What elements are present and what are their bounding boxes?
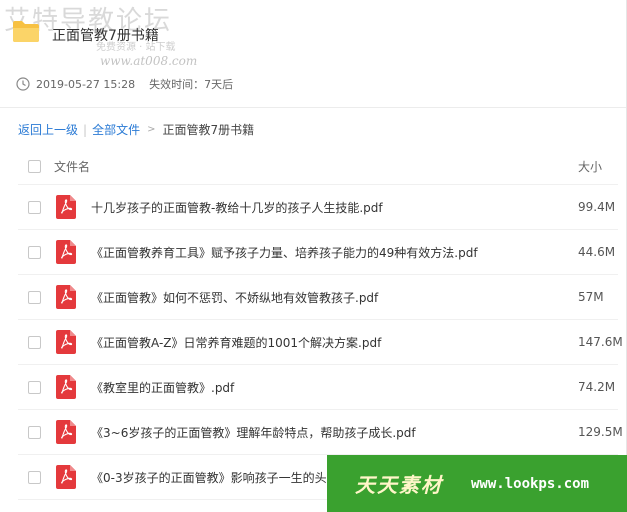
file-list-header: 文件名 大小 (18, 148, 618, 185)
file-checkbox[interactable] (28, 290, 41, 304)
banner-logo: 天天素材 (355, 473, 443, 497)
file-checkbox[interactable] (28, 470, 41, 484)
share-title: 正面管教7册书籍 (52, 28, 159, 44)
file-name[interactable]: 《教室里的正面管教》.pdf (91, 379, 531, 396)
file-size: 99.4M (578, 200, 616, 214)
breadcrumb-all-files-link[interactable]: 全部文件 (92, 121, 140, 138)
file-checkbox[interactable] (28, 200, 41, 214)
file-name[interactable]: 十几岁孩子的正面管教-教给十几岁的孩子人生技能.pdf (91, 199, 531, 216)
folder-icon (13, 21, 39, 42)
file-row[interactable]: 《正面管教养育工具》赋予孩子力量、培养孩子能力的49种有效方法.pdf 44.6M (18, 230, 618, 275)
pdf-file-icon (56, 195, 76, 219)
file-size: 74.2M (578, 380, 616, 394)
file-row[interactable]: 《3~6岁孩子的正面管教》理解年龄特点，帮助孩子成长.pdf 129.5M (18, 410, 623, 455)
pdf-file-icon (56, 420, 76, 444)
file-name[interactable]: 《3~6岁孩子的正面管教》理解年龄特点，帮助孩子成长.pdf (91, 424, 531, 441)
clock-icon (16, 77, 30, 91)
expiry-text: 失效时间：7天后 (149, 78, 234, 91)
header-divider (0, 107, 627, 108)
file-name[interactable]: 《正面管教》如何不惩罚、不娇纵地有效管教孩子.pdf (91, 289, 531, 306)
column-header-size[interactable]: 大小 (578, 158, 618, 175)
banner-url: www.lookps.com (471, 475, 590, 492)
file-name[interactable]: 《正面管教养育工具》赋予孩子力量、培养孩子能力的49种有效方法.pdf (91, 244, 531, 261)
file-size: 44.6M (578, 245, 616, 259)
file-size: 147.6M (578, 335, 623, 349)
pdf-file-icon (56, 330, 76, 354)
breadcrumb: 返回上一级 | 全部文件 > 正面管教7册书籍 (18, 121, 254, 138)
column-header-name[interactable]: 文件名 (54, 158, 90, 175)
file-row[interactable]: 《正面管教》如何不惩罚、不娇纵地有效管教孩子.pdf 57M (18, 275, 618, 320)
share-meta: 2019-05-27 15:28 失效时间：7天后 (16, 76, 233, 92)
site-banner: 天天素材 www.lookps.com (327, 455, 627, 512)
file-name[interactable]: 《正面管教A-Z》日常养育难题的1001个解决方案.pdf (91, 334, 531, 351)
file-checkbox[interactable] (28, 335, 41, 349)
pdf-file-icon (56, 240, 76, 264)
file-row[interactable]: 《教室里的正面管教》.pdf 74.2M (18, 365, 618, 410)
watermark-url: www.at008.com (100, 54, 198, 68)
file-row[interactable]: 《正面管教A-Z》日常养育难题的1001个解决方案.pdf 147.6M (18, 320, 623, 365)
breadcrumb-separator: | (83, 122, 88, 137)
file-size: 57M (578, 290, 604, 304)
pdf-file-icon (56, 285, 76, 309)
file-list: 文件名 大小 十几岁孩子的正面管教-教给十几岁的孩子人生技能.pdf 99.4M 《… (18, 148, 623, 500)
file-checkbox[interactable] (28, 245, 41, 259)
share-date: 2019-05-27 15:28 (36, 77, 136, 91)
breadcrumb-current: 正面管教7册书籍 (162, 123, 255, 137)
select-all-checkbox[interactable] (28, 159, 41, 173)
pdf-file-icon (56, 465, 76, 489)
breadcrumb-arrow-icon: > (147, 124, 156, 135)
file-row[interactable]: 十几岁孩子的正面管教-教给十几岁的孩子人生技能.pdf 99.4M (18, 185, 618, 230)
file-checkbox[interactable] (28, 425, 41, 439)
breadcrumb-back-link[interactable]: 返回上一级 (18, 121, 78, 138)
file-checkbox[interactable] (28, 380, 41, 394)
file-size: 129.5M (578, 425, 623, 439)
pdf-file-icon (56, 375, 76, 399)
